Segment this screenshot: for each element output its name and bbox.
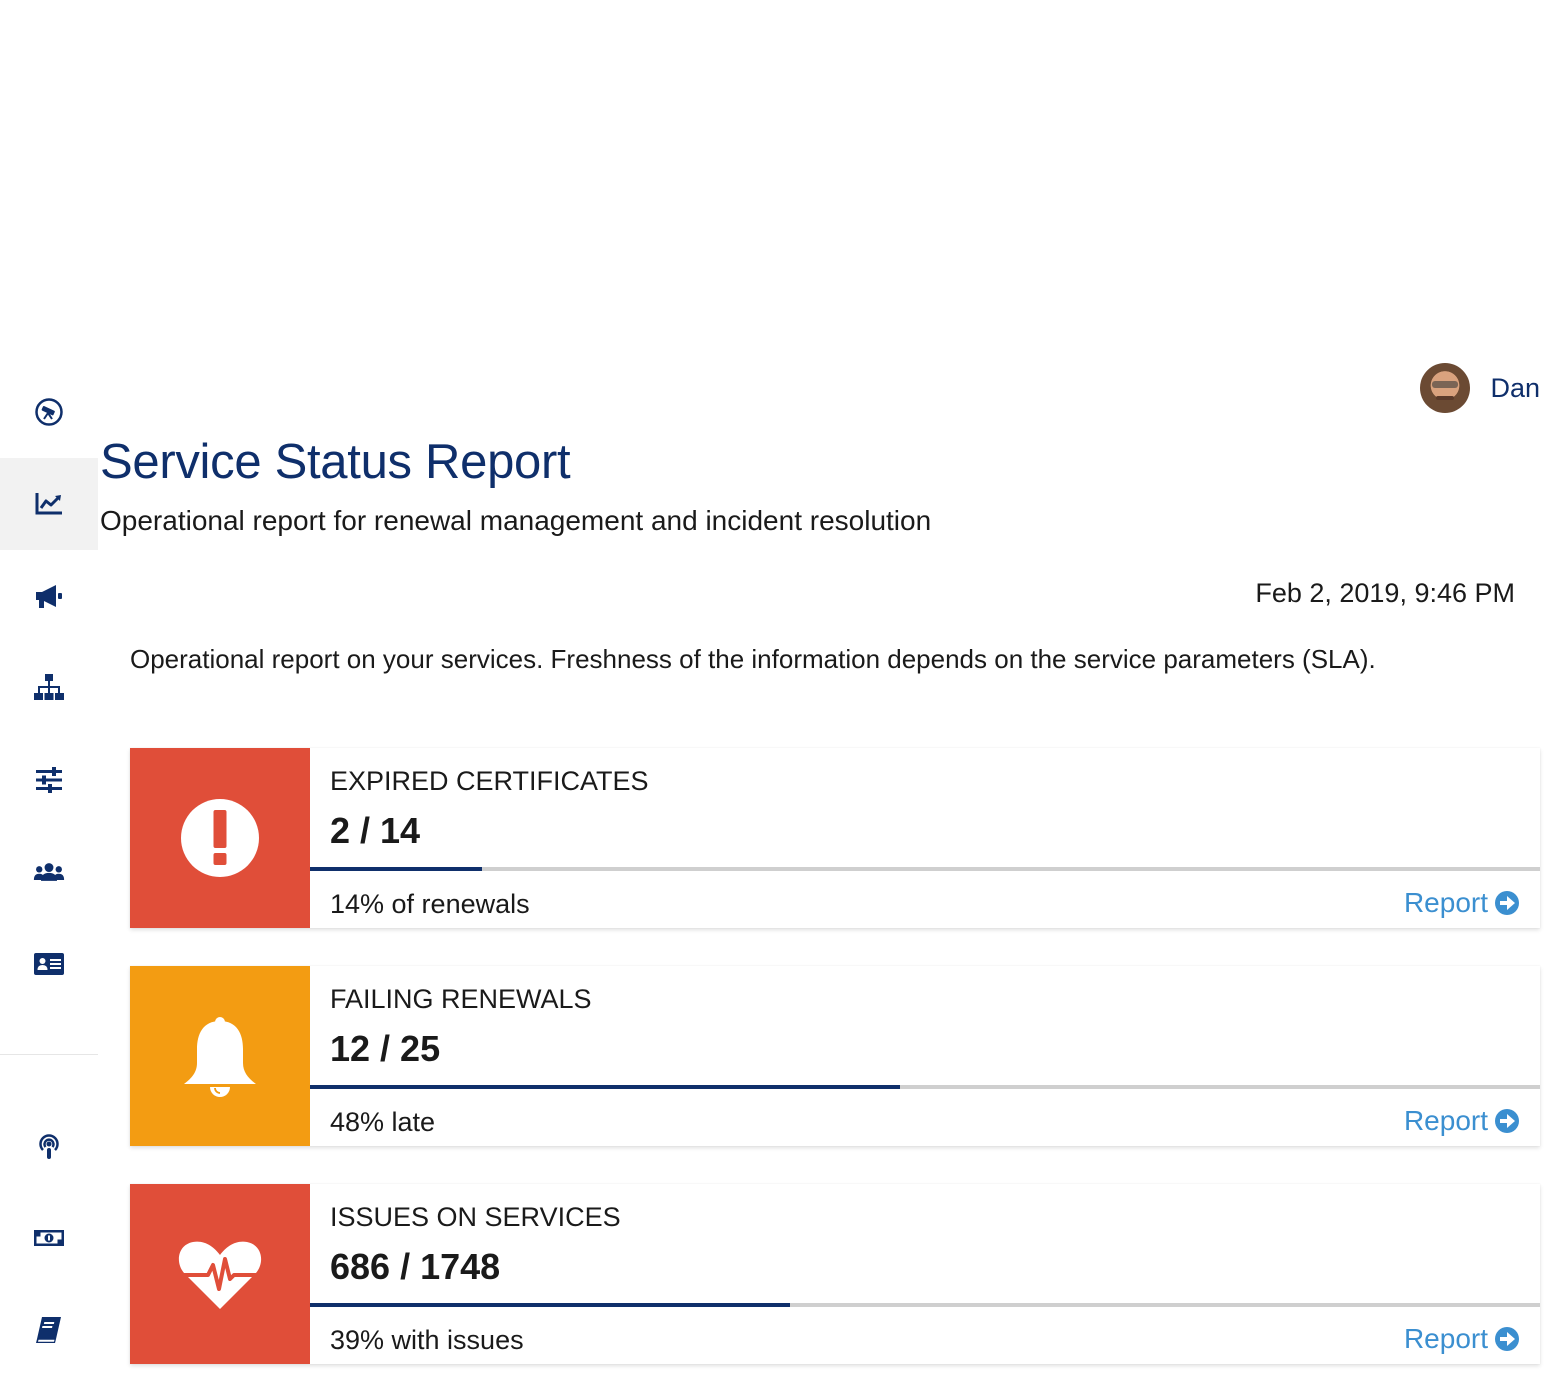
sidebar-item-billing[interactable] xyxy=(0,1192,98,1284)
sidebar-item-broadcast[interactable] xyxy=(0,1100,98,1192)
money-bill-icon xyxy=(34,1230,64,1246)
arrow-circle-right-icon xyxy=(1495,1327,1519,1351)
sidebar-item-reports[interactable] xyxy=(0,458,98,550)
report-link-label: Report xyxy=(1403,1105,1488,1136)
card-description: 48% late xyxy=(330,1107,436,1137)
arrow-circle-right-icon xyxy=(1495,891,1519,915)
podcast-icon xyxy=(39,1134,59,1159)
progress-bar xyxy=(310,1303,1540,1307)
avatar[interactable] xyxy=(1420,363,1471,413)
card-title: FAILING RENEWALS xyxy=(330,984,592,1014)
sidebar xyxy=(0,360,98,1400)
card-value: 2 / 14 xyxy=(330,810,421,851)
id-card-icon xyxy=(34,953,64,975)
sidebar-item-announcements[interactable] xyxy=(0,550,98,642)
sidebar-item-contacts[interactable] xyxy=(0,918,98,1010)
card-icon-box xyxy=(130,966,310,1146)
progress-fill xyxy=(310,1085,901,1089)
username[interactable]: Dan xyxy=(1490,373,1540,404)
card-value: 686 / 1748 xyxy=(330,1246,501,1287)
sidebar-item-topology[interactable] xyxy=(0,642,98,734)
heartbeat-icon xyxy=(178,1241,262,1309)
users-icon xyxy=(33,863,65,881)
sidebar-item-documentation[interactable] xyxy=(0,1284,98,1376)
bell-icon xyxy=(184,1017,256,1097)
report-link[interactable]: Report xyxy=(1404,887,1520,919)
exclamation-circle-icon xyxy=(181,799,259,877)
progress-fill xyxy=(310,867,483,871)
failing-renewals-card: FAILING RENEWALS 12 / 25 48% late Report xyxy=(130,966,1540,1146)
card-value: 12 / 25 xyxy=(330,1028,441,1069)
card-icon-box xyxy=(130,1184,310,1364)
report-timestamp: Feb 2, 2019, 9:46 PM xyxy=(1255,578,1515,608)
page-title: Service Status Report xyxy=(100,435,571,489)
telescope-icon xyxy=(35,398,63,426)
arrow-circle-right-icon xyxy=(1495,1109,1519,1133)
sidebar-item-teams[interactable] xyxy=(0,826,98,918)
card-title: EXPIRED CERTIFICATES xyxy=(330,766,649,796)
issues-on-services-card: ISSUES ON SERVICES 686 / 1748 39% with i… xyxy=(130,1184,1540,1364)
expired-certificates-card: EXPIRED CERTIFICATES 2 / 14 14% of renew… xyxy=(130,748,1540,928)
card-description: 14% of renewals xyxy=(330,889,530,919)
sidebar-item-settings[interactable] xyxy=(0,734,98,826)
report-link[interactable]: Report xyxy=(1404,1323,1520,1355)
progress-bar xyxy=(310,867,1540,871)
card-icon-box xyxy=(130,748,310,928)
card-description: 39% with issues xyxy=(330,1325,524,1355)
report-link[interactable]: Report xyxy=(1404,1105,1520,1137)
progress-fill xyxy=(310,1303,790,1307)
report-link-label: Report xyxy=(1403,887,1488,918)
book-icon xyxy=(36,1317,61,1343)
chart-line-icon xyxy=(35,493,62,515)
card-title: ISSUES ON SERVICES xyxy=(330,1202,621,1232)
progress-bar xyxy=(310,1085,1540,1089)
sliders-icon xyxy=(36,767,62,793)
page-subtitle: Operational report for renewal managemen… xyxy=(100,505,932,536)
sidebar-divider xyxy=(0,1054,98,1055)
megaphone-icon xyxy=(36,585,62,608)
report-intro: Operational report on your services. Fre… xyxy=(130,644,1376,674)
user-menu[interactable]: Dan xyxy=(1420,362,1540,414)
report-link-label: Report xyxy=(1403,1323,1488,1354)
sitemap-icon xyxy=(34,674,64,700)
sidebar-item-discovery[interactable] xyxy=(0,366,98,458)
